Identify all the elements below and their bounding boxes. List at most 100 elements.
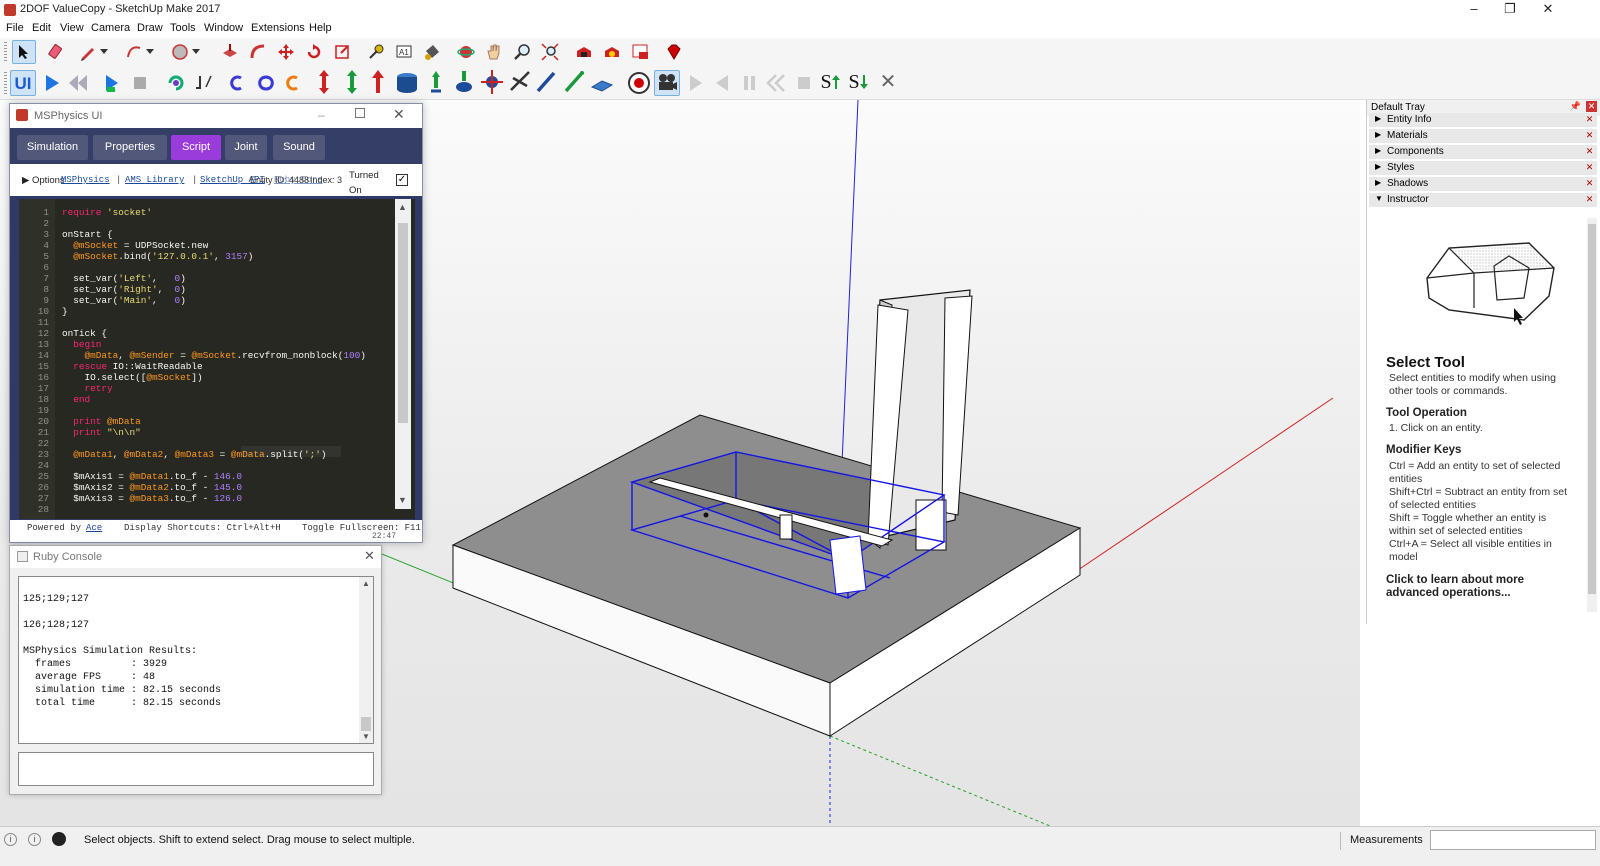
push-pull-icon[interactable]: [218, 40, 242, 64]
ruby-console-input[interactable]: [18, 752, 374, 786]
close-icon[interactable]: ✕: [393, 106, 405, 123]
editor-scrollbar[interactable]: ▲ ▼: [395, 199, 411, 509]
link-icon[interactable]: [254, 71, 278, 95]
user-account-icon[interactable]: [52, 832, 66, 846]
tray-section-shadows[interactable]: ▶ Shadows ✕: [1369, 177, 1597, 192]
menu-view[interactable]: View: [60, 22, 84, 34]
credits-icon[interactable]: i: [28, 833, 41, 846]
tray-close-icon[interactable]: ✕: [1586, 101, 1597, 112]
tab-joint[interactable]: Joint: [225, 135, 267, 160]
menu-draw[interactable]: Draw: [137, 22, 163, 34]
left-foot-block[interactable]: [829, 535, 867, 595]
plane-icon[interactable]: [508, 70, 532, 94]
shape-icon[interactable]: [168, 40, 192, 64]
pause-icon[interactable]: [738, 71, 762, 95]
geo-location-icon[interactable]: i: [4, 833, 17, 846]
tab-sound[interactable]: Sound: [273, 135, 325, 160]
floor-icon[interactable]: [590, 70, 614, 94]
rewind-icon[interactable]: [66, 71, 90, 95]
menu-edit[interactable]: Edit: [32, 22, 51, 34]
section-close-icon[interactable]: ✕: [1584, 162, 1595, 173]
console-scrollbar[interactable]: ▲ ▼: [359, 577, 373, 743]
scroll-down-icon[interactable]: ▼: [398, 495, 407, 505]
section-close-icon[interactable]: ✕: [1584, 178, 1595, 189]
menu-file[interactable]: File: [6, 22, 24, 34]
motor-icon[interactable]: [562, 70, 586, 94]
tape-measure-icon[interactable]: [364, 40, 388, 64]
pencil-icon[interactable]: [76, 40, 100, 64]
reset-icon[interactable]: [164, 71, 188, 95]
close-button[interactable]: ✕: [1530, 0, 1566, 20]
toolbar-gripper[interactable]: [4, 42, 7, 62]
tray-section-materials[interactable]: ▶ Materials ✕: [1369, 129, 1597, 144]
layout-icon[interactable]: [628, 40, 652, 64]
tab-script[interactable]: Script: [171, 135, 221, 160]
orbit-icon[interactable]: [454, 40, 478, 64]
menu-help[interactable]: Help: [309, 22, 332, 34]
ui-icon[interactable]: UI: [10, 70, 36, 96]
toolbar-gripper[interactable]: [4, 72, 7, 94]
axis-icon[interactable]: [366, 70, 390, 94]
joint-icon[interactable]: [192, 71, 216, 95]
tray-section-entity-info[interactable]: ▶ Entity Info ✕: [1369, 113, 1597, 128]
zoom-icon[interactable]: [510, 40, 534, 64]
axis-icon[interactable]: [340, 70, 364, 94]
scroll-up-icon[interactable]: ▲: [362, 579, 370, 588]
clear-icon[interactable]: ✕: [876, 70, 900, 94]
tab-simulation[interactable]: Simulation: [17, 135, 88, 160]
link-msphysics[interactable]: MSPhysics: [61, 175, 110, 185]
link-ams-library[interactable]: AMS Library: [125, 175, 184, 185]
turned-on-checkbox[interactable]: ✓: [396, 174, 408, 186]
stop-icon[interactable]: [792, 71, 816, 95]
section-close-icon[interactable]: ✕: [1584, 114, 1595, 125]
record-icon[interactable]: [100, 71, 124, 95]
menu-tools[interactable]: Tools: [170, 22, 196, 34]
scroll-up-icon[interactable]: ▲: [398, 202, 407, 212]
step-down-icon[interactable]: S: [846, 70, 870, 94]
tray-scrollbar[interactable]: [1587, 218, 1597, 612]
axis-icon[interactable]: [312, 70, 336, 94]
record-target-icon[interactable]: [626, 70, 652, 96]
arc-icon[interactable]: [122, 40, 146, 64]
paint-bucket-icon[interactable]: [420, 40, 444, 64]
maximize-icon[interactable]: [355, 108, 365, 118]
upright-post-right[interactable]: [941, 295, 973, 516]
dropdown-icon[interactable]: [98, 40, 110, 64]
piston-icon[interactable]: [480, 70, 504, 94]
measurements-box[interactable]: [1430, 830, 1596, 850]
section-close-icon[interactable]: ✕: [1584, 130, 1595, 141]
menu-window[interactable]: Window: [204, 22, 243, 34]
minimize-icon[interactable]: –: [318, 108, 325, 122]
extension-warehouse-icon[interactable]: [600, 40, 624, 64]
ruby-console-output[interactable]: 125;129;127 126;128;127 MSPhysics Simulati…: [18, 576, 374, 744]
options-toggle[interactable]: ▶ Options: [22, 175, 65, 186]
tray-section-styles[interactable]: ▶ Styles ✕: [1369, 161, 1597, 176]
tray-section-instructor[interactable]: ▼ Instructor ✕: [1369, 193, 1597, 208]
camera-icon[interactable]: [654, 70, 680, 96]
console-scroll-thumb[interactable]: [361, 717, 371, 731]
warehouse-icon[interactable]: [572, 40, 596, 64]
pan-icon[interactable]: [482, 40, 506, 64]
prev-icon[interactable]: [710, 71, 734, 95]
ace-link[interactable]: Ace: [86, 523, 102, 533]
back-icon[interactable]: [764, 71, 788, 95]
menu-camera[interactable]: Camera: [91, 22, 130, 34]
zoom-extents-icon[interactable]: [538, 40, 562, 64]
stop-icon[interactable]: [128, 71, 152, 95]
minimize-button[interactable]: –: [1456, 0, 1492, 20]
select-icon[interactable]: [12, 40, 36, 64]
follow-me-icon[interactable]: [246, 40, 270, 64]
link-icon[interactable]: [282, 71, 306, 95]
play-icon[interactable]: [684, 71, 708, 95]
scroll-down-icon[interactable]: ▼: [362, 732, 370, 741]
pin-icon[interactable]: 📌: [1570, 101, 1581, 112]
section-close-icon[interactable]: ✕: [1584, 194, 1595, 205]
text-icon[interactable]: A1: [392, 40, 416, 64]
menu-extensions[interactable]: Extensions: [251, 22, 305, 34]
link-icon[interactable]: [226, 71, 250, 95]
play-icon[interactable]: [40, 71, 64, 95]
dropdown-icon[interactable]: [190, 40, 202, 64]
eraser-icon[interactable]: [44, 40, 68, 64]
tray-section-components[interactable]: ▶ Components ✕: [1369, 145, 1597, 160]
maximize-button[interactable]: ❐: [1492, 0, 1528, 20]
